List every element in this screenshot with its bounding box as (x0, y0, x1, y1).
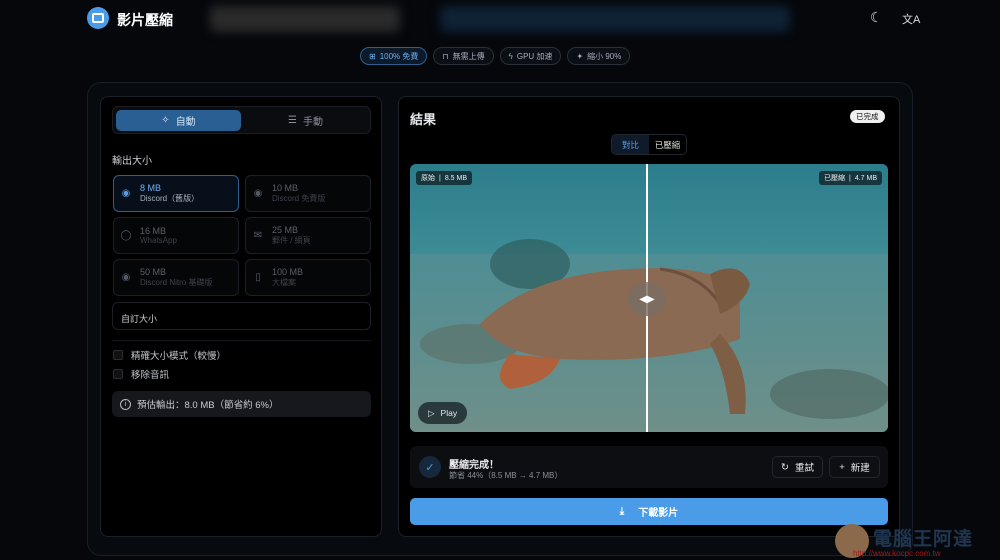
translate-icon[interactable]: 文A (902, 11, 920, 27)
download-icon: ⤓ (619, 506, 625, 517)
blurred-headline (210, 6, 400, 32)
preset-50mb[interactable]: ◉ 50 MB Discord Nitro 基礎版 (113, 259, 239, 296)
pill-no-upload: ⊓ 無需上傳 (433, 47, 494, 65)
tab-compare[interactable]: 對比 (612, 135, 649, 154)
compressed-size-tag: 已壓縮 | 4.7 MB (818, 171, 882, 185)
preset-100mb[interactable]: ▯ 100 MB 大檔案 (245, 259, 371, 296)
sparkle-icon: ✦ (576, 51, 584, 61)
check-icon: ✓ (419, 456, 441, 478)
sliders-icon: ☰ (288, 115, 297, 126)
done-detail: 節省 44%（8.5 MB → 4.7 MB） (449, 471, 563, 480)
precise-mode-checkbox[interactable]: 精確大小模式（較慢） (113, 348, 226, 362)
mode-toggle: ✧ 自動 ☰ 手動 (112, 106, 371, 134)
checkbox-box[interactable] (113, 369, 123, 379)
app-title: 影片壓縮 (117, 12, 173, 28)
discord-icon: ◉ (253, 188, 263, 199)
play-button[interactable]: ▷ Play (418, 402, 468, 424)
pill-free: ⊞ 100% 免費 (360, 47, 428, 65)
watermark-logo: 電腦王阿達 http://www.kocpc.com.tw (835, 522, 1000, 560)
completion-bar: ✓ 壓縮完成！ 節省 44%（8.5 MB → 4.7 MB） ↻ 重試 + 新建 (410, 446, 888, 488)
lock-icon: ⊓ (442, 51, 449, 61)
video-compare-viewer[interactable]: 原始 | 8.5 MB 已壓縮 | 4.7 MB ◀▶ ▷ Play (410, 164, 888, 432)
file-icon: ▯ (255, 272, 261, 283)
custom-size-input[interactable]: 自訂大小 (112, 302, 371, 330)
preset-8mb[interactable]: ◉ 8 MB Discord（舊版） (113, 175, 239, 212)
divider (112, 340, 371, 341)
pill-shrink: ✦ 縮小 90% (567, 47, 631, 65)
status-badge: 已完成 (850, 110, 885, 123)
plus-icon: + (839, 461, 845, 473)
info-icon: i (120, 398, 131, 410)
gift-icon: ⊞ (369, 51, 376, 61)
mode-manual-button[interactable]: ☰ 手動 (243, 110, 368, 131)
refresh-icon: ↻ (781, 461, 789, 473)
pill-gpu: ϟ GPU 加速 (499, 47, 562, 65)
blurred-subheadline (440, 6, 790, 32)
preset-25mb[interactable]: ✉ 25 MB 郵件 / 網頁 (245, 217, 371, 254)
app-logo (87, 7, 109, 29)
feature-pills: ⊞ 100% 免費 ⊓ 無需上傳 ϟ GPU 加速 ✦ 縮小 90% (360, 47, 631, 65)
original-size-tag: 原始 | 8.5 MB (416, 171, 473, 185)
discord-icon: ◉ (121, 272, 131, 283)
preset-16mb[interactable]: ◯ 16 MB WhatsApp (113, 217, 239, 254)
download-button[interactable]: ⤓ 下載影片 (410, 498, 888, 525)
discord-icon: ◉ (121, 188, 131, 199)
preset-10mb[interactable]: ◉ 10 MB Discord 免費版 (245, 175, 371, 212)
compare-slider-handle[interactable]: ◀▶ (628, 282, 666, 316)
whatsapp-icon: ◯ (120, 230, 132, 241)
tab-compressed[interactable]: 已壓縮 (649, 135, 686, 154)
result-title: 結果 (410, 112, 437, 127)
retry-button[interactable]: ↻ 重試 (772, 456, 823, 478)
mode-auto-button[interactable]: ✧ 自動 (116, 110, 241, 131)
new-button[interactable]: + 新建 (829, 456, 880, 478)
moon-icon[interactable]: ☾ (870, 9, 883, 26)
mail-icon: ✉ (253, 230, 263, 241)
sparkle-icon: ✧ (161, 115, 170, 126)
view-toggle: 對比 已壓縮 (611, 134, 687, 155)
play-icon: ▷ (428, 407, 435, 418)
estimate-info: i 預估輸出：8.0 MB（節省約 6%） (112, 391, 371, 417)
output-size-label: 輸出大小 (112, 156, 152, 167)
bolt-icon: ϟ (508, 51, 513, 61)
checkbox-box[interactable] (113, 350, 123, 360)
remove-audio-checkbox[interactable]: 移除音訊 (113, 367, 169, 381)
done-title: 壓縮完成！ (449, 460, 499, 471)
